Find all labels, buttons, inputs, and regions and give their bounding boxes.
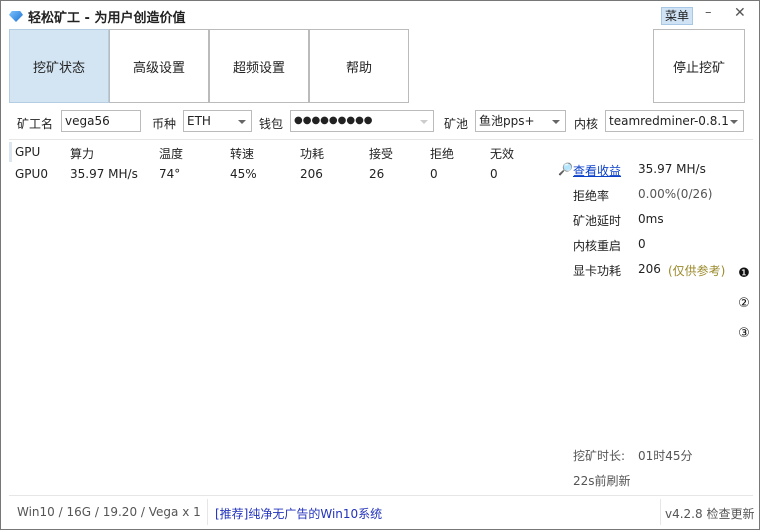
page-3-label: ③ <box>738 326 750 341</box>
chevron-down-icon <box>552 120 560 124</box>
tab-overclock-settings[interactable]: 超频设置 <box>209 29 309 103</box>
status-separator <box>660 499 661 525</box>
cell-hashrate: 35.97 MH/s <box>70 167 138 181</box>
pool-value: 鱼池pps+ <box>479 114 535 128</box>
col-accepted: 接受 <box>369 147 394 161</box>
ad-link[interactable]: [推荐]纯净无广告的Win10系统 <box>215 505 382 522</box>
diamond-logo-icon <box>9 11 23 22</box>
magnifier-icon: 🔎 <box>558 162 573 176</box>
divider <box>9 139 753 140</box>
cell-invalid: 0 <box>490 167 498 181</box>
power-note: (仅供参考) <box>668 264 726 278</box>
reject-rate-value: 0.00%(0/26) <box>638 187 713 201</box>
menu-button[interactable]: 菜单 <box>661 7 694 25</box>
check-update-link[interactable]: v4.2.8 检查更新 <box>665 505 754 522</box>
kernel-restart-label: 内核重启 <box>573 239 622 253</box>
coin-label: 币种 <box>152 117 177 131</box>
kernel-select[interactable]: teamredminer-0.8.1 <box>605 110 744 132</box>
col-invalid: 无效 <box>490 147 515 161</box>
col-temp: 温度 <box>159 147 184 161</box>
duration-label: 挖矿时长: <box>573 449 626 463</box>
reject-rate-label: 拒绝率 <box>573 189 610 203</box>
status-divider <box>9 495 753 496</box>
wallet-input[interactable]: ●●●●●●●●● <box>290 110 434 132</box>
tab-mining-status[interactable]: 挖矿状态 <box>9 29 109 103</box>
gpu-power-value: 206 <box>638 262 661 276</box>
close-button[interactable]: ✕ <box>734 5 746 21</box>
cell-accepted: 26 <box>369 167 385 181</box>
system-info: Win10 / 16G / 19.20 / Vega x 1 <box>17 505 201 519</box>
minimize-button[interactable]: – <box>705 5 712 20</box>
pool-select[interactable]: 鱼池pps+ <box>475 110 566 132</box>
page-2-button[interactable]: ② <box>738 296 750 311</box>
cell-power: 206 <box>300 167 323 181</box>
page-3-button[interactable]: ③ <box>738 326 750 341</box>
window-title: 轻松矿工 - 为用户创造价值 <box>28 11 186 26</box>
col-rejected: 拒绝 <box>430 147 455 161</box>
col-gpu: GPU <box>15 145 41 159</box>
wallet-label: 钱包 <box>259 117 284 131</box>
app-window: 轻松矿工 - 为用户创造价值 菜单 – ✕ 挖矿状态 高级设置 超频设置 帮助 … <box>0 0 760 530</box>
status-separator <box>207 499 208 525</box>
wallet-value: ●●●●●●●●● <box>294 115 373 126</box>
col-hashrate: 算力 <box>70 147 95 161</box>
table-header-marker <box>9 142 12 162</box>
cell-gpu: GPU0 <box>15 167 48 181</box>
chevron-down-icon <box>730 120 738 124</box>
page-1-button[interactable]: ❶ <box>738 266 750 281</box>
kernel-value: teamredminer-0.8.1 <box>609 114 729 128</box>
miner-name-label: 矿工名 <box>17 117 54 131</box>
cell-rejected: 0 <box>430 167 438 181</box>
cell-fan: 45% <box>230 167 257 181</box>
chevron-down-icon <box>420 120 428 124</box>
stop-mining-button[interactable]: 停止挖矿 <box>653 29 745 103</box>
tab-advanced-settings[interactable]: 高级设置 <box>109 29 209 103</box>
pool-label: 矿池 <box>444 117 469 131</box>
pool-latency-label: 矿池延时 <box>573 214 622 228</box>
kernel-label: 内核 <box>574 117 599 131</box>
kernel-restart-value: 0 <box>638 237 646 251</box>
coin-select[interactable]: ETH <box>183 110 252 132</box>
page-1-label: ❶ <box>738 266 750 281</box>
pool-latency-value: 0ms <box>638 212 664 226</box>
duration-value: 01时45分 <box>638 449 693 463</box>
col-fan: 转速 <box>230 147 255 161</box>
gpu-power-label: 显卡功耗 <box>573 264 622 278</box>
stat-hashrate: 35.97 MH/s <box>638 162 706 176</box>
miner-name-input[interactable]: vega56 <box>61 110 141 132</box>
tab-help[interactable]: 帮助 <box>309 29 409 103</box>
col-power: 功耗 <box>300 147 325 161</box>
coin-value: ETH <box>187 114 211 128</box>
title-bar: 轻松矿工 - 为用户创造价值 <box>9 7 185 26</box>
refresh-status: 22s前刷新 <box>573 474 631 488</box>
chevron-down-icon <box>238 120 246 124</box>
cell-temp: 74° <box>159 167 181 181</box>
view-earnings-link[interactable]: 查看收益 <box>573 162 621 179</box>
page-2-label: ② <box>738 296 750 311</box>
